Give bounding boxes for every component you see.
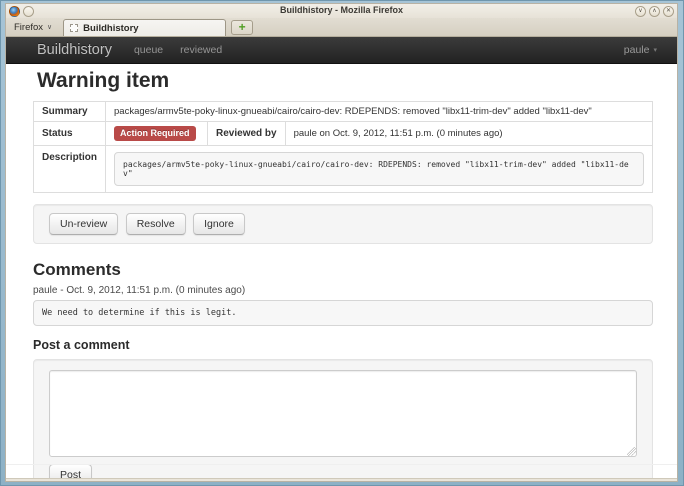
chevron-down-icon: ∨ xyxy=(47,23,52,31)
caret-down-icon: ▾ xyxy=(653,46,657,54)
description-cell: packages/armv5te-poky-linux-gnueabi/cair… xyxy=(106,146,653,193)
brand-link[interactable]: Buildhistory xyxy=(37,42,112,58)
comments-heading: Comments xyxy=(33,260,653,280)
post-button[interactable]: Post xyxy=(49,464,92,478)
close-button[interactable]: ✕ xyxy=(663,6,674,17)
plus-icon: + xyxy=(239,20,246,34)
tab-label: Buildhistory xyxy=(83,23,138,34)
ignore-button[interactable]: Ignore xyxy=(193,213,245,235)
firefox-app-icon xyxy=(9,6,20,17)
reviewed-by-value: paule on Oct. 9, 2012, 11:51 p.m. (0 min… xyxy=(285,122,652,146)
firefox-menu-label: Firefox xyxy=(14,22,43,33)
window-controls: ∨ ∧ ✕ xyxy=(632,6,674,17)
status-row: Status Action Required Reviewed by paule… xyxy=(34,122,653,146)
default-favicon-icon xyxy=(70,24,78,32)
summary-row: Summary packages/armv5te-poky-linux-gnue… xyxy=(34,102,653,122)
user-name: paule xyxy=(624,44,650,56)
page-title: Warning item xyxy=(37,69,653,93)
summary-value: packages/armv5te-poky-linux-gnueabi/cair… xyxy=(106,102,653,122)
resolve-button[interactable]: Resolve xyxy=(126,213,186,235)
comment-textarea[interactable] xyxy=(49,370,637,457)
window-menu-button[interactable] xyxy=(23,6,34,17)
description-row: Description packages/armv5te-poky-linux-… xyxy=(34,146,653,193)
post-comment-well: Post xyxy=(33,359,653,478)
user-dropdown[interactable]: paule ▾ xyxy=(624,44,657,56)
window-bottom-strip xyxy=(6,478,677,481)
page-bottom-divider xyxy=(6,464,677,465)
status-badge: Action Required xyxy=(114,126,196,141)
new-tab-button[interactable]: + xyxy=(231,20,253,35)
nav-item-reviewed[interactable]: reviewed xyxy=(180,44,222,56)
app-navbar: Buildhistory queue reviewed paule ▾ xyxy=(6,37,677,64)
actions-well: Un-review Resolve Ignore xyxy=(33,204,653,244)
window-frame: Buildhistory - Mozilla Firefox ∨ ∧ ✕ Fir… xyxy=(0,0,684,486)
comment-body: We need to determine if this is legit. xyxy=(33,300,653,326)
nav-item-queue[interactable]: queue xyxy=(134,44,163,56)
minimize-button[interactable]: ∨ xyxy=(635,6,646,17)
post-button-row: Post xyxy=(49,464,637,478)
page-content: Warning item Summary packages/armv5te-po… xyxy=(6,64,677,478)
comment-meta: paule - Oct. 9, 2012, 11:51 p.m. (0 minu… xyxy=(33,285,653,296)
tab-buildhistory[interactable]: Buildhistory xyxy=(63,19,226,36)
status-cell: Action Required xyxy=(106,122,208,146)
maximize-button[interactable]: ∧ xyxy=(649,6,660,17)
reviewed-by-label: Reviewed by xyxy=(208,122,286,146)
description-label: Description xyxy=(34,146,106,193)
description-pre: packages/armv5te-poky-linux-gnueabi/cair… xyxy=(114,152,644,186)
unreview-button[interactable]: Un-review xyxy=(49,213,118,235)
firefox-window: Buildhistory - Mozilla Firefox ∨ ∧ ✕ Fir… xyxy=(5,3,678,482)
post-comment-heading: Post a comment xyxy=(33,338,653,352)
tab-bar: Firefox ∨ Buildhistory + xyxy=(6,18,677,37)
firefox-menu-button[interactable]: Firefox ∨ xyxy=(9,19,59,36)
window-title: Buildhistory - Mozilla Firefox xyxy=(6,5,677,15)
titlebar[interactable]: Buildhistory - Mozilla Firefox ∨ ∧ ✕ xyxy=(6,4,677,18)
warning-item-table: Summary packages/armv5te-poky-linux-gnue… xyxy=(33,101,653,193)
container: Warning item Summary packages/armv5te-po… xyxy=(33,64,653,478)
status-label: Status xyxy=(34,122,106,146)
summary-label: Summary xyxy=(34,102,106,122)
